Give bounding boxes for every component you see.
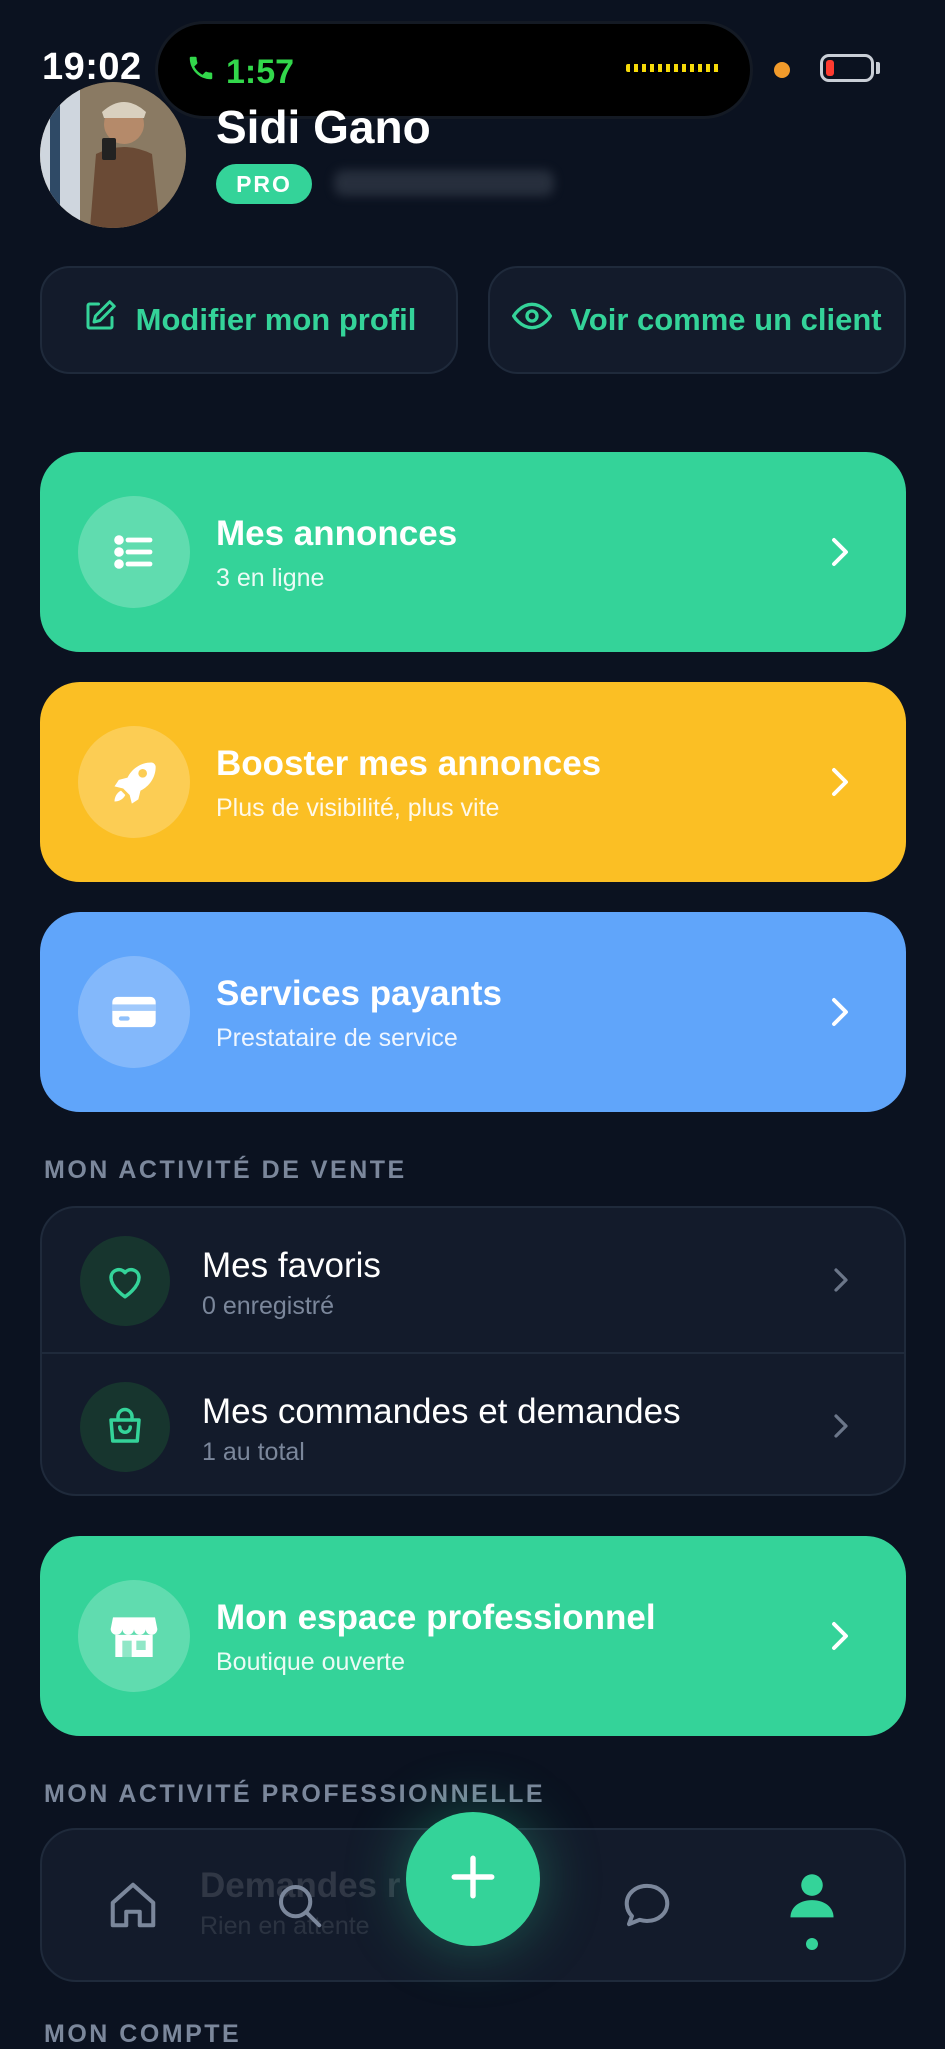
card-title: Mon espace professionnel: [216, 1598, 656, 1637]
view-as-client-button[interactable]: Voir comme un client: [488, 266, 906, 374]
boost-listings-card[interactable]: Booster mes annonces Plus de visibilité,…: [40, 682, 906, 882]
list-item-subtitle: 1 au total: [202, 1438, 305, 1466]
search-icon[interactable]: [272, 1878, 326, 1937]
chevron-right-icon: [826, 1262, 856, 1303]
add-icon: [448, 1852, 498, 1907]
card-subtitle: Boutique ouverte: [216, 1648, 406, 1676]
rocket-icon: [78, 726, 190, 838]
paid-services-card[interactable]: Services payants Prestataire de service: [40, 912, 906, 1112]
battery-icon: [820, 54, 874, 82]
card-subtitle: 3 en ligne: [216, 564, 325, 592]
section-account: MON COMPTE: [44, 2020, 242, 2048]
chevron-right-icon: [822, 1614, 858, 1663]
shopping-bag-icon: [80, 1382, 170, 1472]
blurred-phone-number: [334, 170, 554, 196]
chevron-right-icon: [822, 990, 858, 1039]
camera-indicator-icon: [774, 62, 790, 78]
audio-waveform-icon: [626, 64, 720, 72]
add-button[interactable]: [406, 1812, 540, 1946]
eye-icon: [512, 296, 553, 344]
chevron-right-icon: [822, 760, 858, 809]
pro-space-card[interactable]: Mon espace professionnel Boutique ouvert…: [40, 1536, 906, 1736]
chevron-right-icon: [826, 1408, 856, 1449]
heart-icon: [80, 1236, 170, 1326]
view-as-client-label: Voir comme un client: [570, 302, 882, 337]
section-pro-activity: MON ACTIVITÉ PROFESSIONNELLE: [44, 1780, 546, 1808]
profile-icon[interactable]: [786, 1870, 838, 1931]
list-item-orders[interactable]: Mes commandes et demandes 1 au total: [42, 1354, 904, 1494]
chevron-right-icon: [822, 530, 858, 579]
card-title: Mes annonces: [216, 514, 458, 553]
home-icon[interactable]: [106, 1878, 160, 1937]
active-tab-indicator: [806, 1938, 818, 1950]
call-indicator[interactable]: 1:57: [186, 52, 294, 93]
chat-icon[interactable]: [620, 1878, 674, 1937]
edit-profile-button[interactable]: Modifier mon profil: [40, 266, 458, 374]
credit-card-icon: [78, 956, 190, 1068]
profile-name: Sidi Gano: [216, 101, 431, 153]
store-icon: [78, 1580, 190, 1692]
avatar[interactable]: [40, 82, 186, 228]
list-item-subtitle: 0 enregistré: [202, 1292, 335, 1320]
list-item-favorites[interactable]: Mes favoris 0 enregistré: [42, 1208, 904, 1352]
card-subtitle: Prestataire de service: [216, 1024, 458, 1052]
list-icon: [78, 496, 190, 608]
battery-tip: [876, 62, 880, 74]
edit-icon: [82, 298, 118, 342]
card-subtitle: Plus de visibilité, plus vite: [216, 794, 500, 822]
phone-icon: [186, 52, 216, 93]
list-item-title: Mes favoris: [202, 1246, 381, 1285]
my-listings-card[interactable]: Mes annonces 3 en ligne: [40, 452, 906, 652]
card-title: Services payants: [216, 974, 503, 1013]
edit-profile-label: Modifier mon profil: [135, 302, 417, 337]
call-duration: 1:57: [226, 53, 295, 91]
card-title: Booster mes annonces: [216, 744, 602, 783]
pro-badge: PRO: [216, 164, 312, 204]
list-item-title: Mes commandes et demandes: [202, 1392, 681, 1431]
sales-activity-list: Mes favoris 0 enregistré Mes commandes e…: [40, 1206, 906, 1496]
section-sales-activity: MON ACTIVITÉ DE VENTE: [44, 1156, 407, 1184]
